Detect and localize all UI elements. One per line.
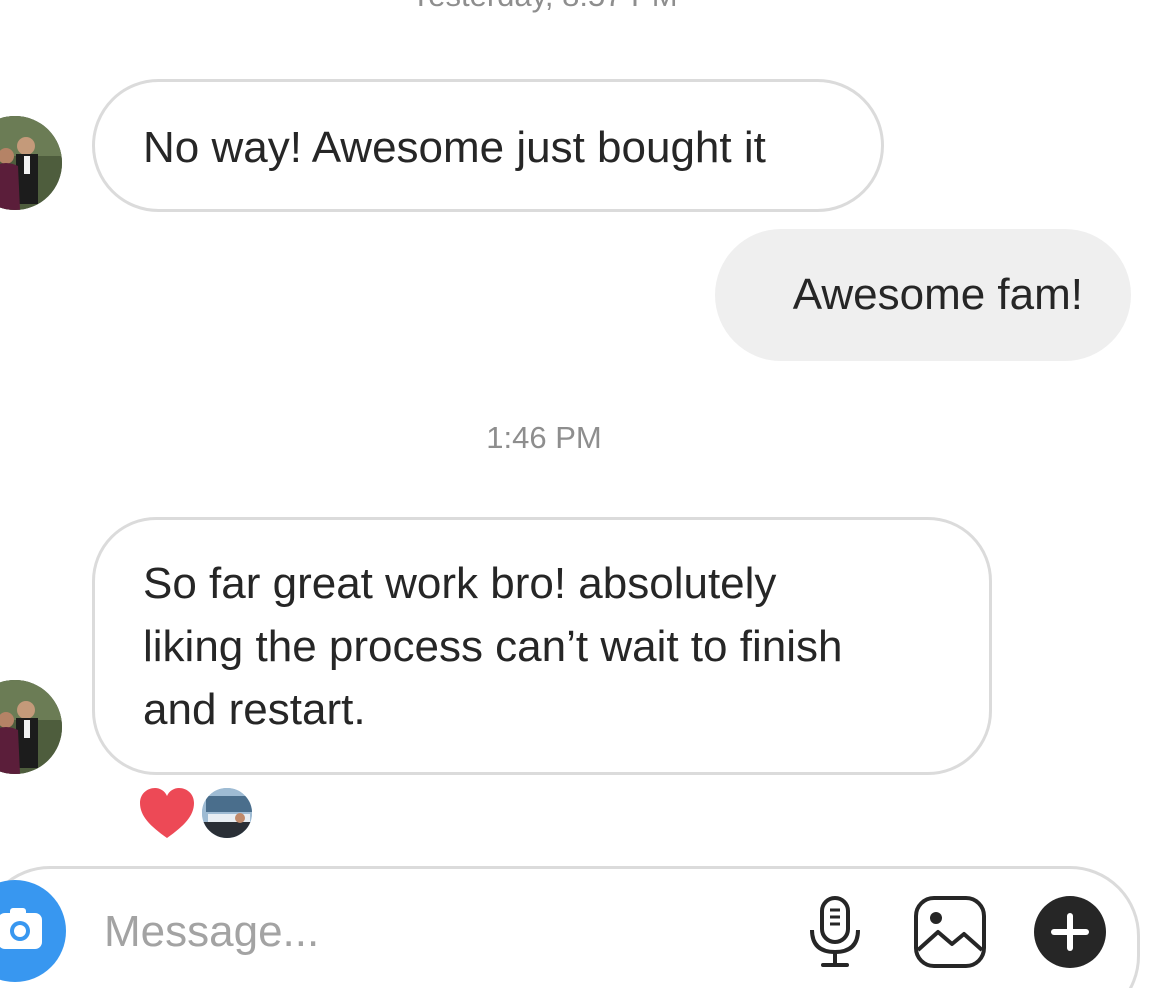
message-input[interactable] (104, 900, 744, 964)
contact-avatar[interactable] (0, 116, 62, 210)
timestamp-yesterday: Yesterday, 8:57 PM (0, 0, 1088, 14)
gallery-icon (914, 896, 986, 968)
chat-screen: Yesterday, 8:57 PM No way! Awesome just … (0, 0, 1149, 988)
contact-avatar[interactable] (0, 680, 62, 774)
gallery-button[interactable] (912, 894, 988, 970)
more-options-button[interactable] (1032, 894, 1108, 970)
plus-icon (1034, 896, 1106, 968)
heart-icon (140, 788, 194, 838)
message-bubble-sent[interactable]: Awesome fam! (715, 229, 1131, 361)
timestamp-today: 1:46 PM (486, 420, 602, 455)
camera-button[interactable] (0, 880, 66, 982)
microphone-icon (810, 896, 860, 967)
message-bubble-received[interactable]: So far great work bro! absolutely liking… (92, 517, 992, 775)
camera-icon (0, 908, 42, 949)
reactor-avatar (200, 786, 254, 840)
message-bubble-received[interactable]: No way! Awesome just bought it (92, 79, 884, 212)
voice-message-button[interactable] (806, 894, 864, 970)
